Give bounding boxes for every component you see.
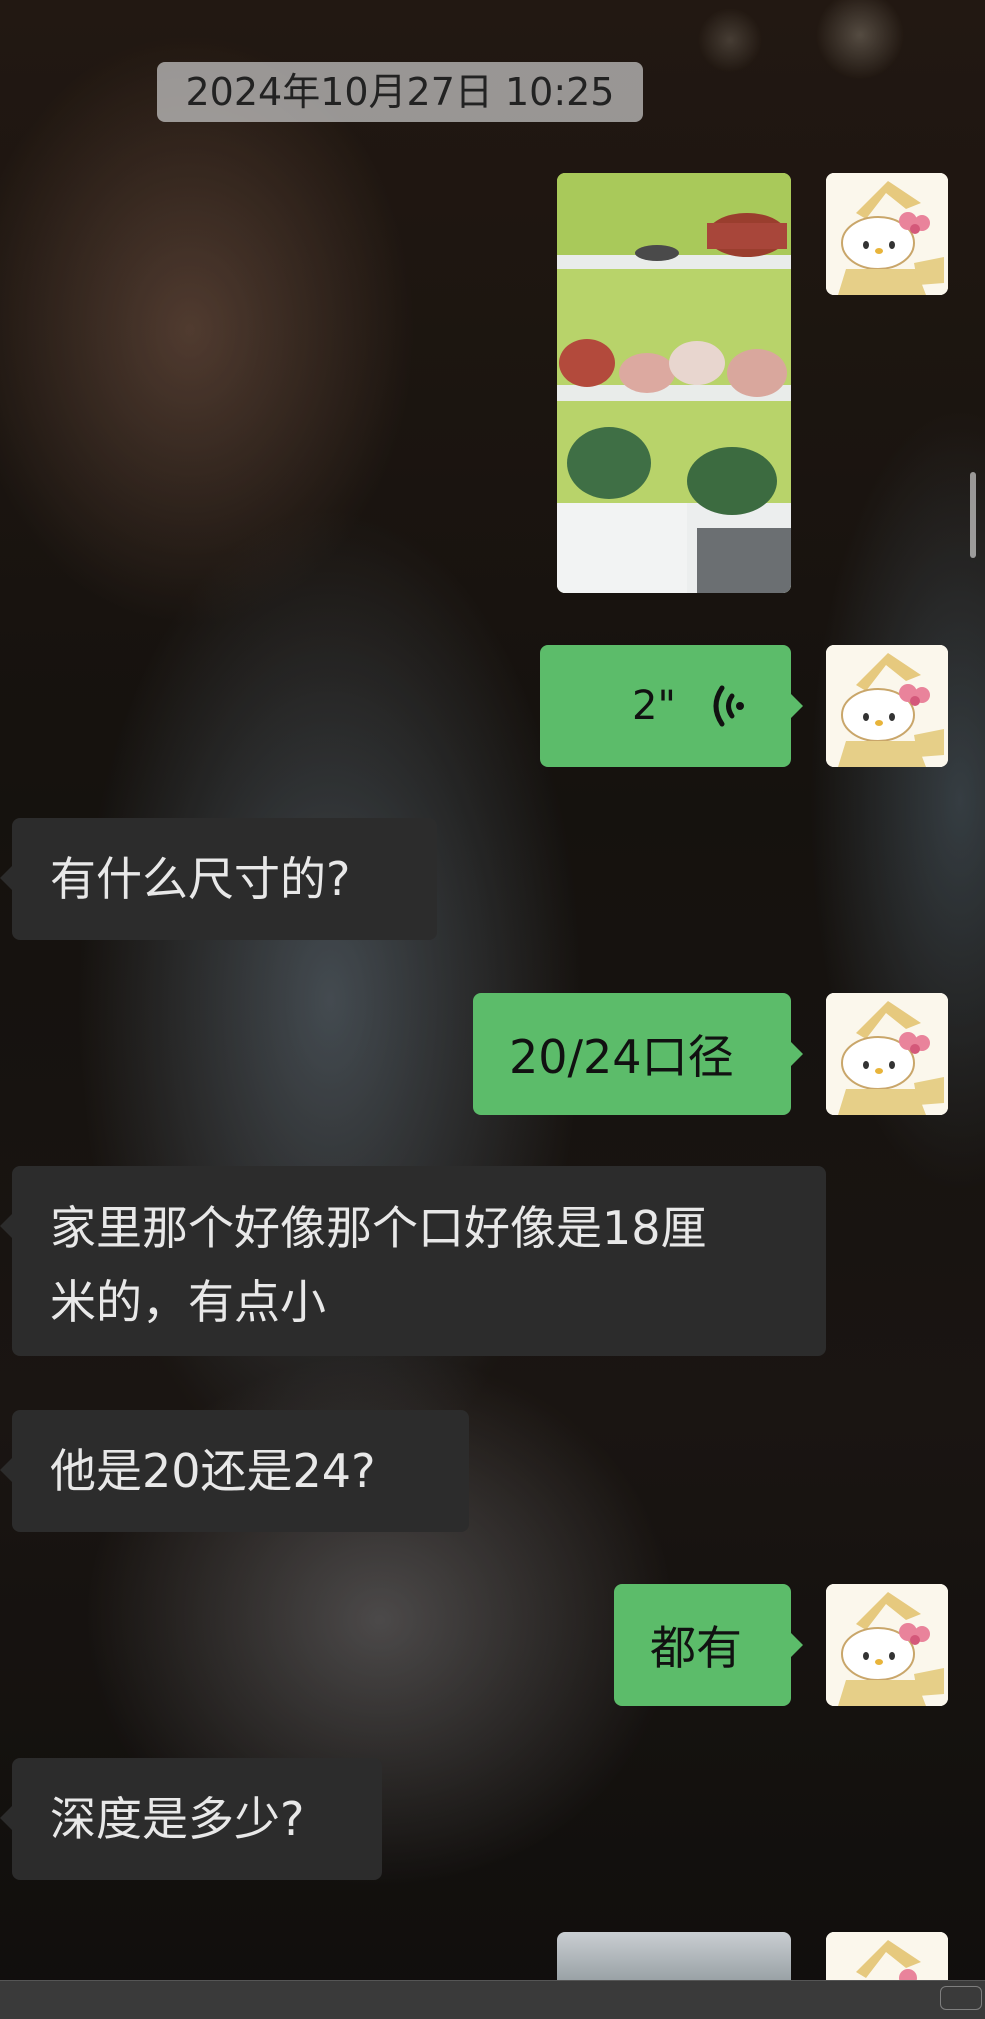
- avatar-self[interactable]: [826, 173, 948, 295]
- avatar-self[interactable]: [826, 993, 948, 1115]
- received-message-bubble[interactable]: 有什么尺寸的?: [0, 818, 437, 940]
- sent-image-message[interactable]: [557, 173, 791, 593]
- received-message-bubble[interactable]: 他是20还是24?: [0, 1410, 469, 1532]
- voice-message-bubble[interactable]: 2": [540, 645, 803, 767]
- sent-image-message-partial[interactable]: [557, 1932, 791, 1980]
- message-timestamp: 2024年10月27日 10:25: [157, 62, 643, 122]
- message-text-line: 米的，有点小: [50, 1275, 326, 1329]
- hello-kitty-avatar-icon: [826, 1584, 948, 1706]
- avatar-self[interactable]: [826, 645, 948, 767]
- bottom-input-bar: [0, 1980, 985, 2019]
- avatar-self[interactable]: [826, 1584, 948, 1706]
- sent-message-bubble[interactable]: 都有: [614, 1584, 803, 1706]
- message-text-line: 家里那个好像那个口好像是18厘: [50, 1201, 707, 1255]
- hello-kitty-avatar-icon: [826, 173, 948, 295]
- scrollbar-thumb[interactable]: [970, 472, 976, 558]
- received-message-bubble[interactable]: 家里那个好像那个口好像是18厘 米的，有点小: [0, 1166, 826, 1356]
- message-text: 有什么尺寸的?: [50, 852, 351, 906]
- received-message-bubble[interactable]: 深度是多少?: [0, 1758, 382, 1880]
- hello-kitty-avatar-icon: [826, 1932, 948, 1980]
- message-text: 20/24口径: [509, 1030, 734, 1084]
- hello-kitty-avatar-icon: [826, 993, 948, 1115]
- message-text: 深度是多少?: [50, 1792, 305, 1846]
- avatar-self[interactable]: [826, 1932, 948, 1980]
- hello-kitty-avatar-icon: [826, 645, 948, 767]
- message-text: 他是20还是24?: [50, 1444, 376, 1498]
- voice-duration: 2": [632, 683, 676, 729]
- voice-wave-icon: [713, 685, 744, 727]
- sent-message-bubble[interactable]: 20/24口径: [473, 993, 803, 1115]
- watermark-badge: [940, 1986, 982, 2010]
- message-text: 都有: [650, 1621, 742, 1675]
